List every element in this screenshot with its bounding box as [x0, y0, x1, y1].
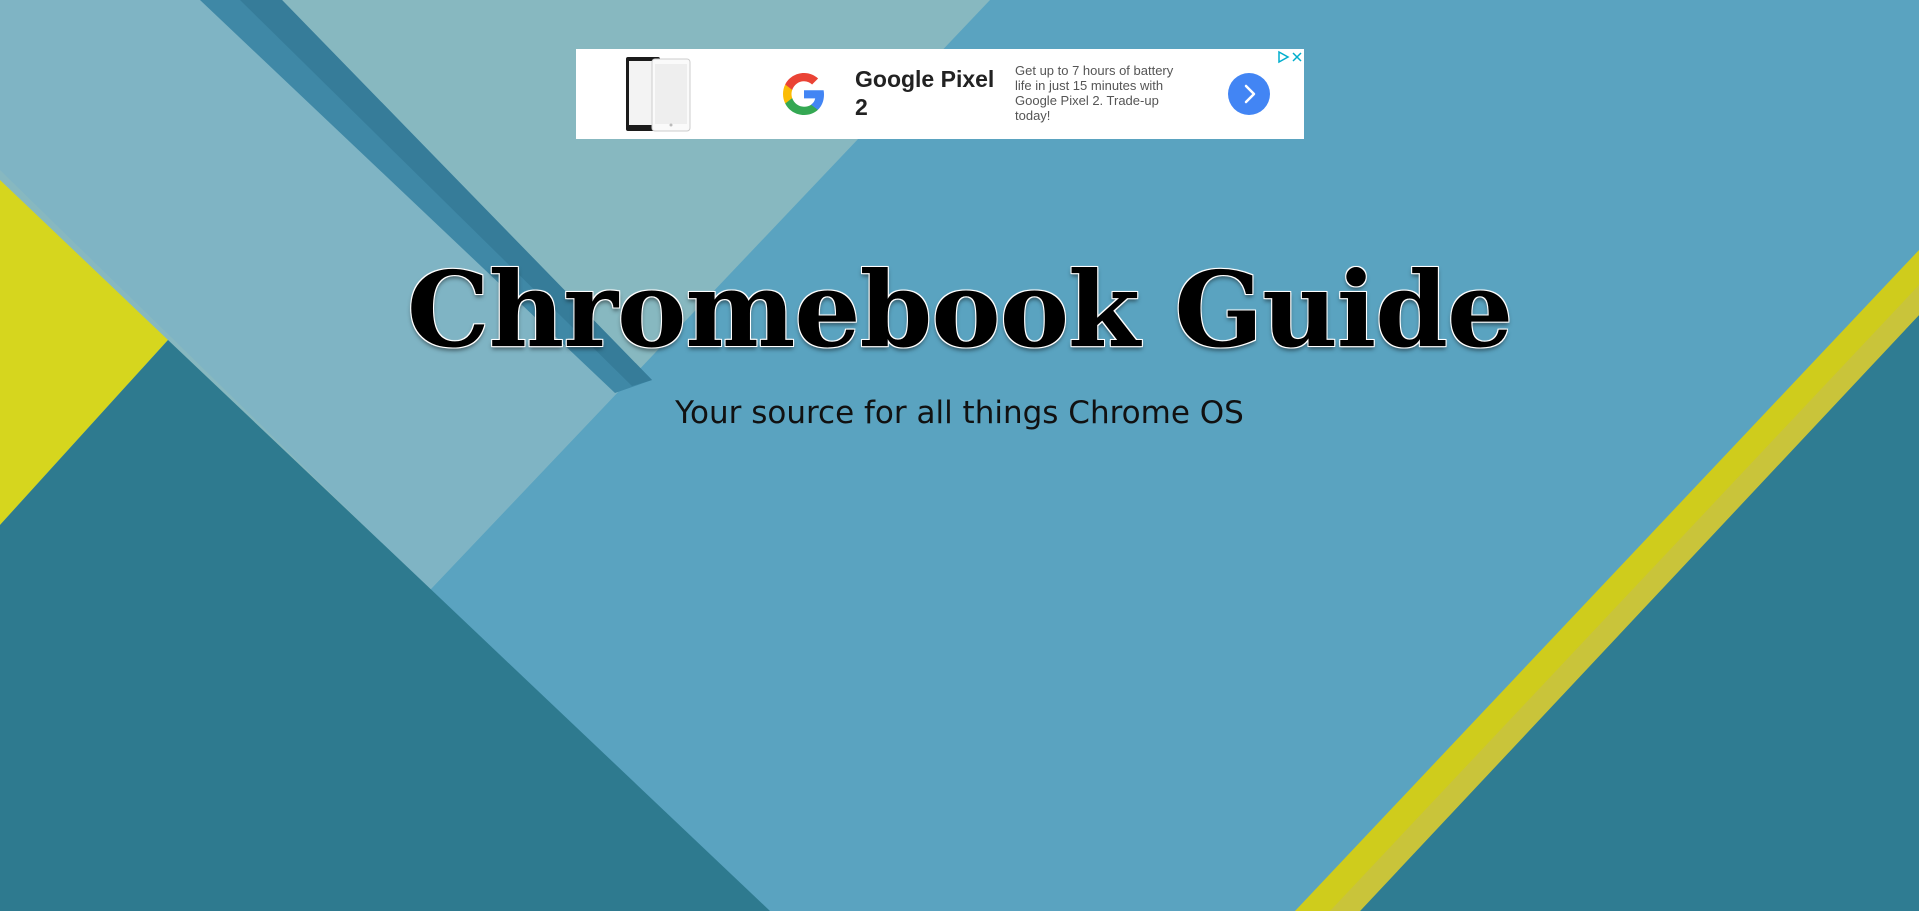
ad-headline[interactable]: Google Pixel 2	[855, 65, 1005, 121]
ad-cta-button[interactable]	[1228, 73, 1270, 115]
ad-body-text[interactable]: Get up to 7 hours of battery life in jus…	[1015, 63, 1180, 123]
ad-choices-icon[interactable]	[1276, 49, 1290, 64]
ad-banner[interactable]: Google Pixel 2 Get up to 7 hours of batt…	[576, 49, 1304, 139]
site-tagline: Your source for all things Chrome OS	[675, 395, 1244, 431]
page: Google Pixel 2 Get up to 7 hours of batt…	[0, 0, 1919, 911]
site-title: Chromebook Guide	[406, 248, 1513, 371]
google-g-icon	[783, 73, 824, 115]
chevron-right-icon	[1244, 84, 1256, 104]
close-icon[interactable]	[1290, 49, 1304, 63]
pixel-phones-image	[626, 57, 691, 132]
